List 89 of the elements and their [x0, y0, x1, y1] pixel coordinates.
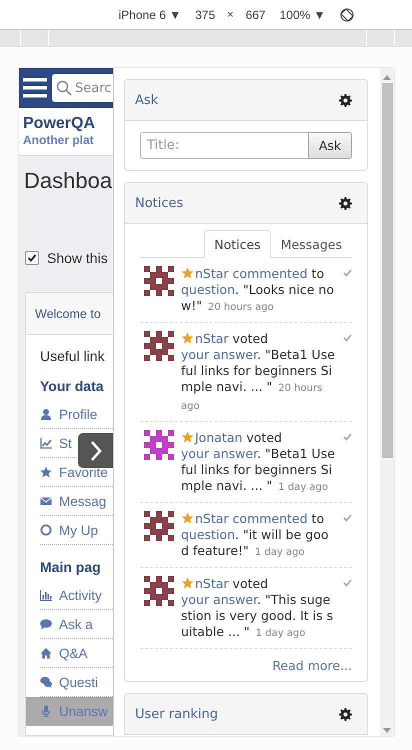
card-title: Ask — [135, 92, 158, 108]
show-checkbox[interactable] — [25, 251, 39, 265]
person-icon — [40, 408, 52, 420]
notice-time: 1 day ago — [256, 628, 306, 639]
identicon-avatar[interactable] — [144, 266, 174, 296]
site-tagline: Another plat — [23, 133, 95, 147]
notice-text: nStar commented to question. "it will be good feature!" 1 day ago — [181, 511, 330, 560]
mic-icon — [40, 705, 52, 717]
expand-button[interactable] — [78, 433, 113, 468]
rotate-icon[interactable] — [340, 8, 354, 22]
notice-text: nStar voted your answer. "Beta1 Useful links for beginners Simple navi. ... " 20 hours ago — [181, 331, 336, 414]
zoom-dropdown[interactable]: 100% ▼ — [280, 8, 326, 22]
action-word: voted — [232, 576, 268, 591]
check-icon[interactable] — [343, 433, 352, 441]
width-value[interactable]: 375 — [195, 8, 216, 22]
times-sign: × — [227, 8, 234, 20]
notice-text: nStar voted your answer. "This sugestion is very good. It is suitable ... " 1 day ago — [181, 576, 334, 641]
identicon-avatar[interactable] — [144, 576, 174, 606]
ring-icon — [40, 524, 52, 536]
nav-link[interactable]: Questi — [40, 674, 98, 690]
nav-link[interactable]: St — [40, 436, 72, 450]
settings-icon[interactable] — [339, 94, 352, 106]
identicon-avatar[interactable] — [144, 430, 174, 460]
bars-icon — [40, 589, 52, 601]
user-link[interactable]: Jonatan — [195, 430, 242, 445]
action-link[interactable]: commented — [232, 266, 308, 281]
section-heading: Main pag — [40, 559, 101, 575]
search-box[interactable]: Searc — [52, 74, 113, 102]
star-icon — [181, 512, 194, 524]
star-icon — [40, 466, 52, 478]
star-icon — [181, 267, 194, 279]
settings-icon[interactable] — [339, 708, 352, 720]
nav-link[interactable]: Profile — [40, 406, 98, 422]
identicon-avatar[interactable] — [144, 331, 174, 361]
nav-link[interactable]: Activity — [40, 588, 102, 602]
notice-time: 1 day ago — [254, 547, 305, 558]
star-icon — [181, 332, 194, 344]
star-icon — [181, 577, 194, 589]
action-word: voted — [246, 430, 282, 445]
check-icon[interactable] — [343, 334, 352, 342]
star-icon — [181, 431, 194, 443]
intro-text: Useful link — [39, 347, 106, 364]
action-word: voted — [232, 331, 268, 346]
device-dropdown[interactable]: iPhone 6 ▼ — [118, 8, 182, 22]
mail-icon — [40, 495, 52, 507]
target-link[interactable]: question — [181, 527, 236, 542]
target-link[interactable]: your answer — [181, 446, 258, 461]
check-icon[interactable] — [343, 514, 352, 522]
user-link[interactable]: nStar — [195, 331, 229, 346]
nav-link[interactable]: Ask a — [40, 616, 93, 632]
notice-time: 1 day ago — [278, 482, 328, 493]
search-input[interactable]: Searc — [75, 80, 111, 96]
check-icon[interactable] — [343, 579, 352, 587]
check-icon[interactable] — [343, 269, 352, 277]
user-link[interactable]: nStar — [195, 511, 229, 526]
nav-link[interactable]: Favorite — [40, 464, 108, 480]
settings-icon[interactable] — [339, 196, 352, 210]
bubble-icon — [40, 618, 52, 630]
trend-icon — [40, 437, 52, 449]
notice-text: nStar commented to question. "Looks nice now!" 20 hours ago — [181, 266, 335, 315]
height-value[interactable]: 667 — [246, 8, 266, 22]
bubbles-icon — [40, 676, 52, 688]
search-icon — [56, 80, 72, 96]
card-title: User ranking — [135, 706, 218, 722]
nav-link[interactable]: My Up — [40, 522, 98, 538]
target-link[interactable]: your answer — [181, 592, 258, 607]
read-more-link[interactable]: Read more... — [272, 658, 352, 673]
chevron-icon — [88, 440, 102, 462]
nav-link[interactable]: Q&A — [40, 646, 88, 660]
section-heading: Your data — [40, 378, 104, 394]
user-link[interactable]: nStar — [195, 266, 229, 281]
target-link[interactable]: question — [181, 282, 236, 297]
notice-time: 20 hours ago — [208, 302, 274, 313]
target-link[interactable]: your answer — [181, 347, 258, 362]
checkbox-label: Show this — [47, 250, 108, 266]
action-link[interactable]: commented — [232, 511, 308, 526]
page-title: Dashboa — [23, 167, 113, 195]
identicon-avatar[interactable] — [144, 511, 174, 541]
ask-button[interactable]: Ask — [308, 132, 352, 159]
title-field[interactable]: Title: — [140, 132, 308, 159]
card-title: Notices — [135, 196, 184, 210]
site-title[interactable]: PowerQA — [23, 114, 113, 133]
tab[interactable]: Notices — [204, 230, 271, 258]
home-icon — [40, 647, 52, 659]
notice-text: Jonatan voted your answer. "Beta1 Useful links for beginners Simple navi. ... " 1 day ago — [181, 430, 336, 495]
nav-link[interactable]: Messag — [40, 494, 106, 508]
user-link[interactable]: nStar — [195, 576, 229, 591]
card-title: Welcome to — [35, 306, 101, 320]
tab[interactable]: Messages — [270, 230, 352, 257]
